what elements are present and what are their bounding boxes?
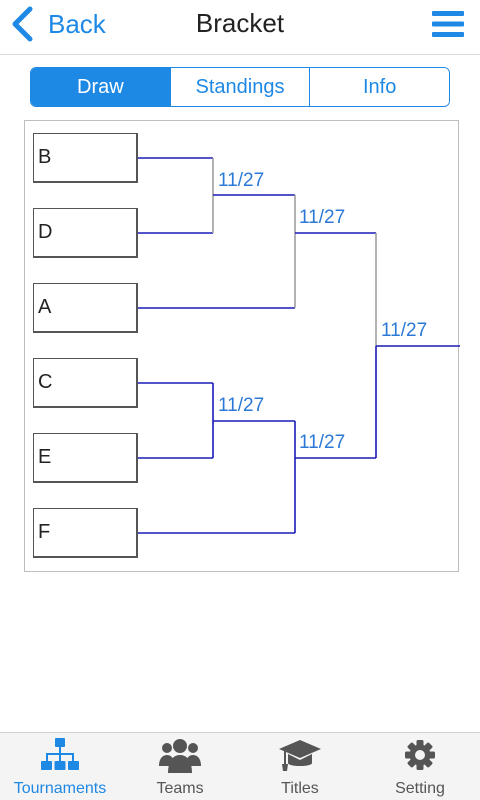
tab-draw[interactable]: Draw xyxy=(31,68,170,106)
team-slot[interactable]: F xyxy=(33,508,138,558)
match-date[interactable]: 11/27 xyxy=(299,432,345,454)
tab-setting[interactable]: Setting xyxy=(360,733,480,800)
hamburger-menu-icon[interactable] xyxy=(432,10,464,38)
gear-icon xyxy=(405,740,435,770)
bottom-tab-bar: Tournaments Teams Titles Setting xyxy=(0,732,480,800)
bracket-view: B D A C E F 11/27 11/27 11/27 11/27 11/2… xyxy=(24,120,460,572)
page-title: Bracket xyxy=(195,8,285,38)
match-date[interactable]: 11/27 xyxy=(218,170,264,192)
team-slot[interactable]: D xyxy=(33,208,138,258)
tab-label: Titles xyxy=(281,780,319,797)
tab-standings[interactable]: Standings xyxy=(169,68,310,106)
team-slot[interactable]: B xyxy=(33,133,138,183)
tab-label: Tournaments xyxy=(13,780,107,797)
match-date[interactable]: 11/27 xyxy=(381,320,427,342)
header-bar: Back Bracket xyxy=(0,0,480,55)
tab-info[interactable]: Info xyxy=(309,68,449,106)
team-slot[interactable]: C xyxy=(33,358,138,408)
match-date[interactable]: 11/27 xyxy=(218,395,264,417)
tab-label: Setting xyxy=(395,780,445,797)
graduation-cap-icon xyxy=(279,740,321,771)
tournaments-icon xyxy=(41,738,79,770)
tab-titles[interactable]: Titles xyxy=(240,733,360,800)
team-slot[interactable]: E xyxy=(33,433,138,483)
tab-label: Teams xyxy=(156,780,204,797)
team-slot[interactable]: A xyxy=(33,283,138,333)
tab-teams[interactable]: Teams xyxy=(120,733,240,800)
view-segmented-control: Draw Standings Info xyxy=(30,67,450,107)
teams-icon xyxy=(159,739,201,773)
tab-tournaments[interactable]: Tournaments xyxy=(0,733,120,800)
match-date[interactable]: 11/27 xyxy=(299,207,345,229)
